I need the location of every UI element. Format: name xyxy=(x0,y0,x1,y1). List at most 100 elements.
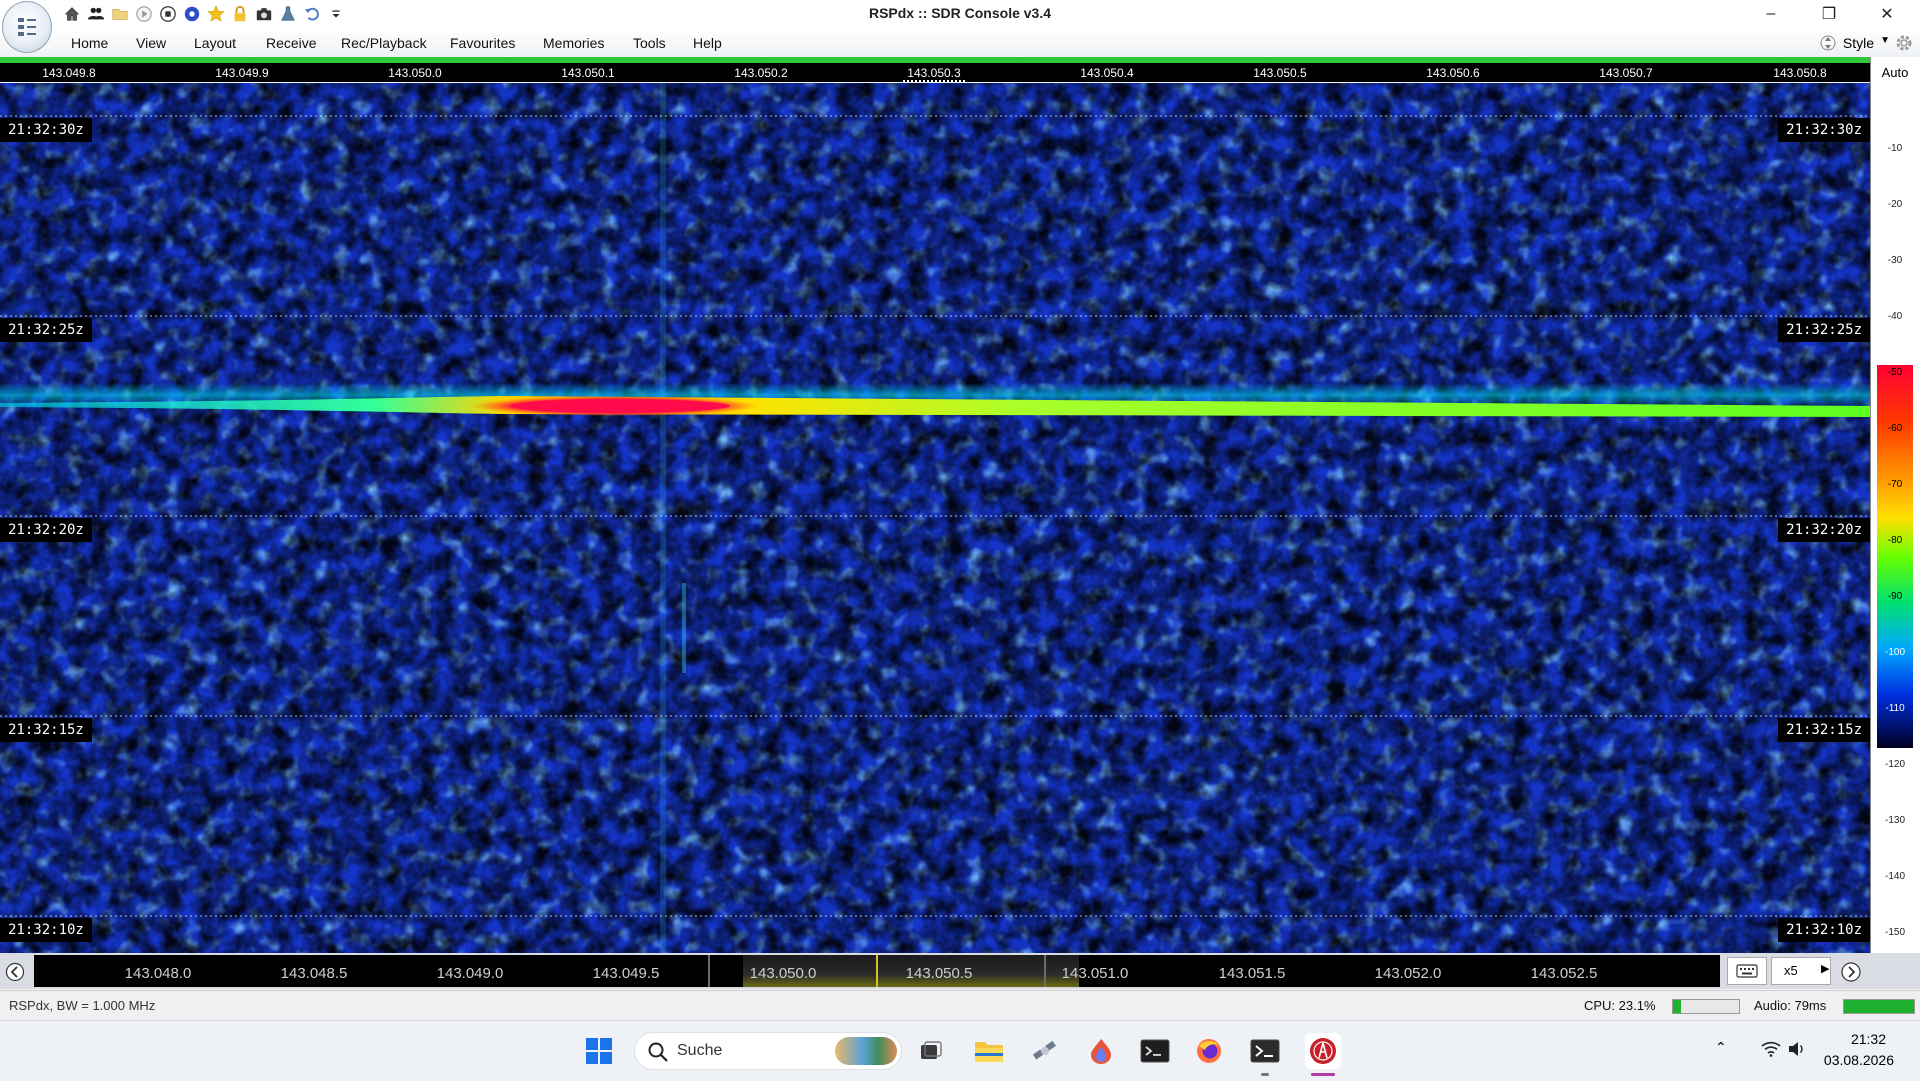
time-label-left: 21:32:10z xyxy=(0,918,92,942)
time-label-left: 21:32:25z xyxy=(0,318,92,342)
scale-tick: -80 xyxy=(1887,535,1903,546)
audio-meter xyxy=(1843,999,1915,1014)
scale-tick: -40 xyxy=(1887,311,1903,322)
ruler-tick: 143.050.5 xyxy=(1253,66,1307,80)
close-button[interactable]: ✕ xyxy=(1858,0,1916,28)
scale-tick: -140 xyxy=(1884,871,1905,882)
style-spinner-icon[interactable] xyxy=(1820,32,1836,54)
menu-home[interactable]: Home xyxy=(71,35,108,51)
menu-layout[interactable]: Layout xyxy=(194,35,236,51)
gear-icon[interactable] xyxy=(1894,33,1914,53)
clock-time[interactable]: 21:32 xyxy=(1851,1031,1886,1047)
search-icon xyxy=(648,1042,668,1062)
scale-tick: -70 xyxy=(1887,479,1903,490)
span-tick: 143.050.0 xyxy=(749,965,817,982)
menu-receive[interactable]: Receive xyxy=(266,35,317,51)
span-tick: 143.048.5 xyxy=(280,965,348,982)
cpu-status: CPU: 23.1% xyxy=(1584,998,1656,1013)
bottom-frequency-bar: 143.048.0 143.048.5 143.049.0 143.049.5 … xyxy=(0,953,1920,989)
minimize-icon: – xyxy=(1766,5,1776,22)
ruler-tick: 143.050.8 xyxy=(1773,66,1827,80)
menu-rec-playback[interactable]: Rec/Playback xyxy=(341,35,427,51)
scale-tick: -30 xyxy=(1887,255,1903,266)
speaker-icon[interactable] xyxy=(1788,1041,1806,1057)
span-tick: 143.052.0 xyxy=(1374,965,1442,982)
span-tick: 143.049.0 xyxy=(436,965,504,982)
ruler-tick: 143.050.3 xyxy=(907,66,961,80)
chevron-right-icon[interactable]: ▶ xyxy=(1821,962,1829,975)
tuned-frequency-marker xyxy=(876,955,878,987)
span-tick: 143.049.5 xyxy=(592,965,660,982)
ruler-tick: 143.050.7 xyxy=(1599,66,1653,80)
ruler-tick: 143.049.8 xyxy=(42,66,96,80)
window-title: RSPdx :: SDR Console v3.4 xyxy=(868,5,1052,21)
keyboard-button[interactable] xyxy=(1727,957,1767,985)
windows-taskbar: Suche ⌃ 21:32 03.08.2026 xyxy=(0,1020,1920,1081)
chevron-down-icon[interactable]: ▼ xyxy=(1880,35,1890,46)
scale-tick: -20 xyxy=(1887,199,1903,210)
minimize-button[interactable]: – xyxy=(1742,0,1800,28)
menu-memories[interactable]: Memories xyxy=(543,35,604,51)
scale-tick: -150 xyxy=(1884,927,1905,938)
application-menu-button[interactable] xyxy=(2,1,52,53)
menu-tools[interactable]: Tools xyxy=(633,35,666,51)
scroll-left-icon[interactable] xyxy=(5,962,25,982)
device-status: RSPdx, BW = 1.000 MHz xyxy=(9,998,156,1013)
ruler-tick: 143.050.6 xyxy=(1426,66,1480,80)
taskbar-search[interactable]: Suche xyxy=(634,1032,902,1070)
time-label-right: 21:32:25z xyxy=(1778,318,1870,342)
menu-help[interactable]: Help xyxy=(693,35,722,51)
time-label-right: 21:32:30z xyxy=(1778,118,1870,142)
menu-favourites[interactable]: Favourites xyxy=(450,35,515,51)
auto-scale-button[interactable]: Auto xyxy=(1872,63,1918,83)
span-tick: 143.048.0 xyxy=(124,965,192,982)
close-icon: ✕ xyxy=(1880,6,1894,23)
active-app-indicator xyxy=(1311,1073,1335,1076)
scale-tick: -130 xyxy=(1884,815,1905,826)
search-placeholder: Suche xyxy=(677,1042,723,1059)
ruler-tick: 143.050.0 xyxy=(388,66,442,80)
search-highlight-image xyxy=(835,1037,897,1065)
time-label-left: 21:32:20z xyxy=(0,518,92,542)
terminal-icon[interactable] xyxy=(1139,1035,1171,1067)
flame-app-icon[interactable] xyxy=(1085,1035,1117,1067)
ruler-tick: 143.050.2 xyxy=(734,66,788,80)
span-tick: 143.051.0 xyxy=(1061,965,1129,982)
clock-date[interactable]: 03.08.2026 xyxy=(1824,1052,1894,1068)
span-scale[interactable]: 143.048.0 143.048.5 143.049.0 143.049.5 … xyxy=(34,955,1720,987)
style-menu[interactable]: Style xyxy=(1843,35,1874,51)
time-label-left: 21:32:30z xyxy=(0,118,92,142)
scale-tick: -50 xyxy=(1887,367,1903,378)
scale-tick: -60 xyxy=(1887,423,1903,434)
waterfall-display[interactable]: 21:32:30z 21:32:25z 21:32:20z 21:32:15z … xyxy=(0,83,1870,953)
menu-view[interactable]: View xyxy=(136,35,166,51)
chevron-up-icon[interactable]: ⌃ xyxy=(1715,1039,1727,1056)
scale-tick: -100 xyxy=(1884,647,1905,658)
app-menu-icon xyxy=(18,18,36,36)
span-tick: 143.052.5 xyxy=(1530,965,1598,982)
menu-bar: Home View Layout Receive Rec/Playback Fa… xyxy=(0,28,1920,59)
scroll-right-icon[interactable] xyxy=(1840,961,1862,983)
audio-status: Audio: 79ms xyxy=(1754,998,1827,1013)
span-boundary xyxy=(708,955,710,987)
sdr-console-icon[interactable] xyxy=(1305,1033,1341,1069)
file-explorer-icon[interactable] xyxy=(973,1035,1005,1067)
running-indicator xyxy=(1261,1073,1269,1076)
span-tick: 143.050.5 xyxy=(905,965,973,982)
ruler-tick: 143.050.1 xyxy=(561,66,615,80)
audio-meter-fill xyxy=(1844,1000,1914,1013)
powershell-icon[interactable] xyxy=(1249,1035,1281,1067)
firefox-icon[interactable] xyxy=(1193,1035,1225,1067)
restore-icon: ❐ xyxy=(1821,6,1837,23)
span-boundary xyxy=(1044,955,1046,987)
satellite-app-icon[interactable] xyxy=(1029,1035,1061,1067)
wifi-icon[interactable] xyxy=(1761,1041,1781,1057)
system-tray: ⌃ 21:32 03.08.2026 xyxy=(1700,1021,1920,1081)
time-label-right: 21:32:20z xyxy=(1778,518,1870,542)
windows-start-icon[interactable] xyxy=(583,1035,615,1067)
time-label-left: 21:32:15z xyxy=(0,718,92,742)
waterfall-canvas xyxy=(0,83,1870,953)
task-view-icon[interactable] xyxy=(915,1035,947,1067)
restore-button[interactable]: ❐ xyxy=(1800,0,1858,28)
time-label-right: 21:32:10z xyxy=(1778,918,1870,942)
